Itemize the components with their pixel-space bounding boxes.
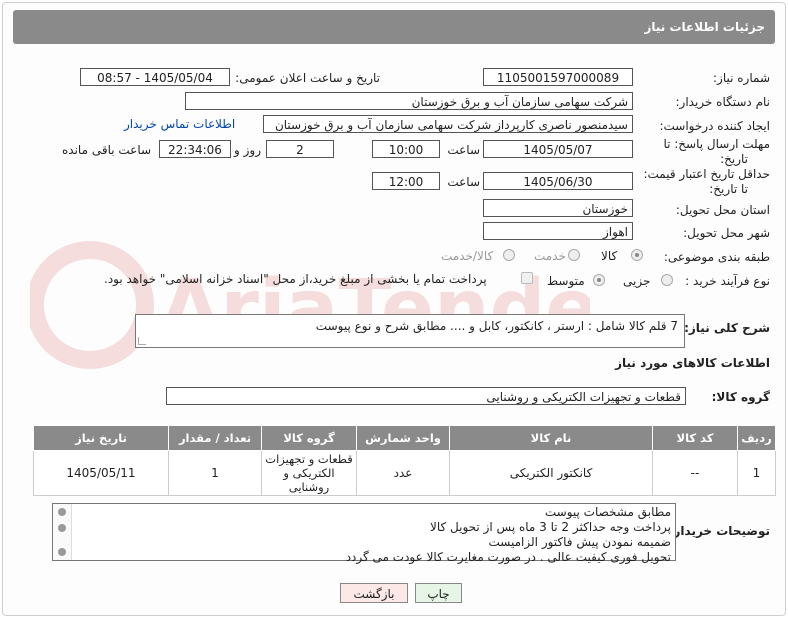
col-header-group: گروه کالا [261, 425, 357, 451]
category-label: طبقه بندی موضوعی: [663, 250, 770, 264]
deadline-label-2: تاریخ: [720, 152, 748, 166]
col-header-code: کد کالا [652, 425, 738, 451]
scroll-up-icon[interactable] [58, 508, 66, 516]
validity-time-field[interactable]: 12:00 [372, 172, 440, 190]
city-label: شهر محل تحویل: [683, 226, 770, 240]
category-radio-goods-service[interactable] [503, 249, 515, 261]
buyer-contact-link[interactable]: اطلاعات تماس خریدار [124, 117, 235, 131]
notes-line: ضمیمه نمودن پیش فاکتور الزامیست [488, 535, 671, 549]
process-option-minor: جزیی [623, 274, 651, 288]
category-option-goods: کالا [601, 249, 618, 263]
goods-table: ردیف کد کالا نام کالا واحد شمارش گروه کا… [33, 425, 776, 496]
deadline-label-1: مهلت ارسال پاسخ: تا [663, 137, 770, 151]
goods-group-field[interactable]: قطعات و تجهیزات الکتریکی و روشنایی [166, 387, 686, 405]
validity-label-1: حداقل تاریخ اعتبار قیمت: [643, 167, 770, 181]
cell-row-number: 1 [737, 450, 776, 496]
goods-section-title: اطلاعات کالاهای مورد نیاز [615, 356, 770, 370]
notes-line: تحویل فوری کیفیت عالی . در صورت مغایرت ک… [345, 550, 671, 564]
buyer-org-field[interactable]: شرکت سهامی سازمان آب و برق خوزستان [185, 92, 633, 110]
col-header-name: نام کالا [449, 425, 653, 451]
notes-line: مطابق مشخصات پیوست [544, 505, 671, 519]
creator-label: ایجاد کننده درخواست: [659, 119, 770, 133]
need-number-field[interactable]: 1105001597000089 [483, 68, 633, 86]
need-number-label: شماره نیاز: [713, 71, 770, 85]
goods-group-label: گروه کالا: [711, 390, 770, 404]
cell-name: کانکتور الکتریکی [449, 450, 653, 496]
notes-label: توضیحات خریدار: [668, 524, 770, 538]
notes-line: پرداخت وجه حداکثر 2 تا 3 ماه پس از تحویل… [430, 520, 671, 534]
process-option-medium: متوسط [547, 274, 585, 288]
validity-date-field[interactable]: 1405/06/30 [483, 172, 633, 190]
page-header: جزئیات اطلاعات نیاز [13, 10, 775, 44]
back-button[interactable]: بازگشت [340, 583, 408, 603]
announce-field[interactable]: 1405/05/04 - 08:57 [80, 68, 230, 86]
col-header-unit: واحد شمارش [356, 425, 450, 451]
province-label: استان محل تحویل: [675, 203, 770, 217]
cell-date: 1405/05/11 [33, 450, 169, 496]
cell-code: -- [652, 450, 738, 496]
deadline-time-field[interactable]: 10:00 [372, 140, 440, 158]
deadline-time-label: ساعت [447, 143, 480, 157]
table-header-row: ردیف کد کالا نام کالا واحد شمارش گروه کا… [33, 425, 776, 451]
payment-note: پرداخت تمام یا بخشی از مبلغ خرید،از محل … [104, 272, 487, 286]
notes-scrollbar[interactable] [53, 504, 72, 560]
table-row[interactable]: 1 -- کانکتور الکتریکی عدد قطعات و تجهیزا… [33, 450, 776, 496]
cell-unit: عدد [356, 450, 450, 496]
days-label: روز و [234, 143, 261, 157]
cell-group: قطعات و تجهیزات الکتریکی و روشنایی [261, 450, 357, 496]
province-field[interactable]: خوزستان [483, 199, 633, 217]
scroll-down-icon[interactable] [58, 548, 66, 556]
process-radio-medium[interactable] [593, 274, 605, 286]
cell-qty: 1 [168, 450, 262, 496]
remaining-time-field[interactable]: 22:34:06 [159, 140, 231, 158]
col-header-row: ردیف [737, 425, 776, 451]
category-radio-service[interactable] [568, 249, 580, 261]
description-textarea[interactable]: 7 قلم کالا شامل : ارستر ، کانکتور، کابل … [135, 314, 685, 348]
validity-label-2: تا تاریخ: [709, 182, 748, 196]
description-label: شرح کلی نیاز: [684, 321, 770, 335]
city-field[interactable]: اهواز [483, 222, 633, 240]
col-header-date: تاریخ نیاز [33, 425, 169, 451]
announce-label: تاریخ و ساعت اعلان عمومی: [235, 71, 380, 85]
notes-textarea[interactable]: مطابق مشخصات پیوست پرداخت وجه حداکثر 2 ت… [52, 503, 676, 564]
process-radio-minor[interactable] [661, 274, 673, 286]
remaining-label: ساعت باقی مانده [62, 143, 152, 157]
category-option-goods-service: کالا/خدمت [441, 249, 494, 263]
scroll-thumb-icon[interactable] [58, 524, 66, 532]
deadline-date-field[interactable]: 1405/05/07 [483, 140, 633, 158]
category-option-service: خدمت [534, 249, 566, 263]
resize-handle-icon[interactable] [138, 337, 146, 345]
validity-time-label: ساعت [447, 175, 480, 189]
buyer-org-label: نام دستگاه خریدار: [675, 95, 771, 109]
description-text: 7 قلم کالا شامل : ارستر ، کانکتور، کابل … [315, 319, 678, 333]
treasury-checkbox[interactable] [521, 272, 533, 284]
page-title: جزئیات اطلاعات نیاز [644, 20, 765, 34]
print-button[interactable]: چاپ [415, 583, 462, 603]
creator-field[interactable]: سیدمنصور ناصری کارپرداز شرکت سهامی سازما… [263, 115, 633, 133]
col-header-qty: تعداد / مقدار [168, 425, 262, 451]
category-radio-goods[interactable] [631, 249, 643, 261]
days-remaining-field[interactable]: 2 [266, 140, 334, 158]
process-label: نوع فرآیند خرید : [685, 274, 770, 288]
